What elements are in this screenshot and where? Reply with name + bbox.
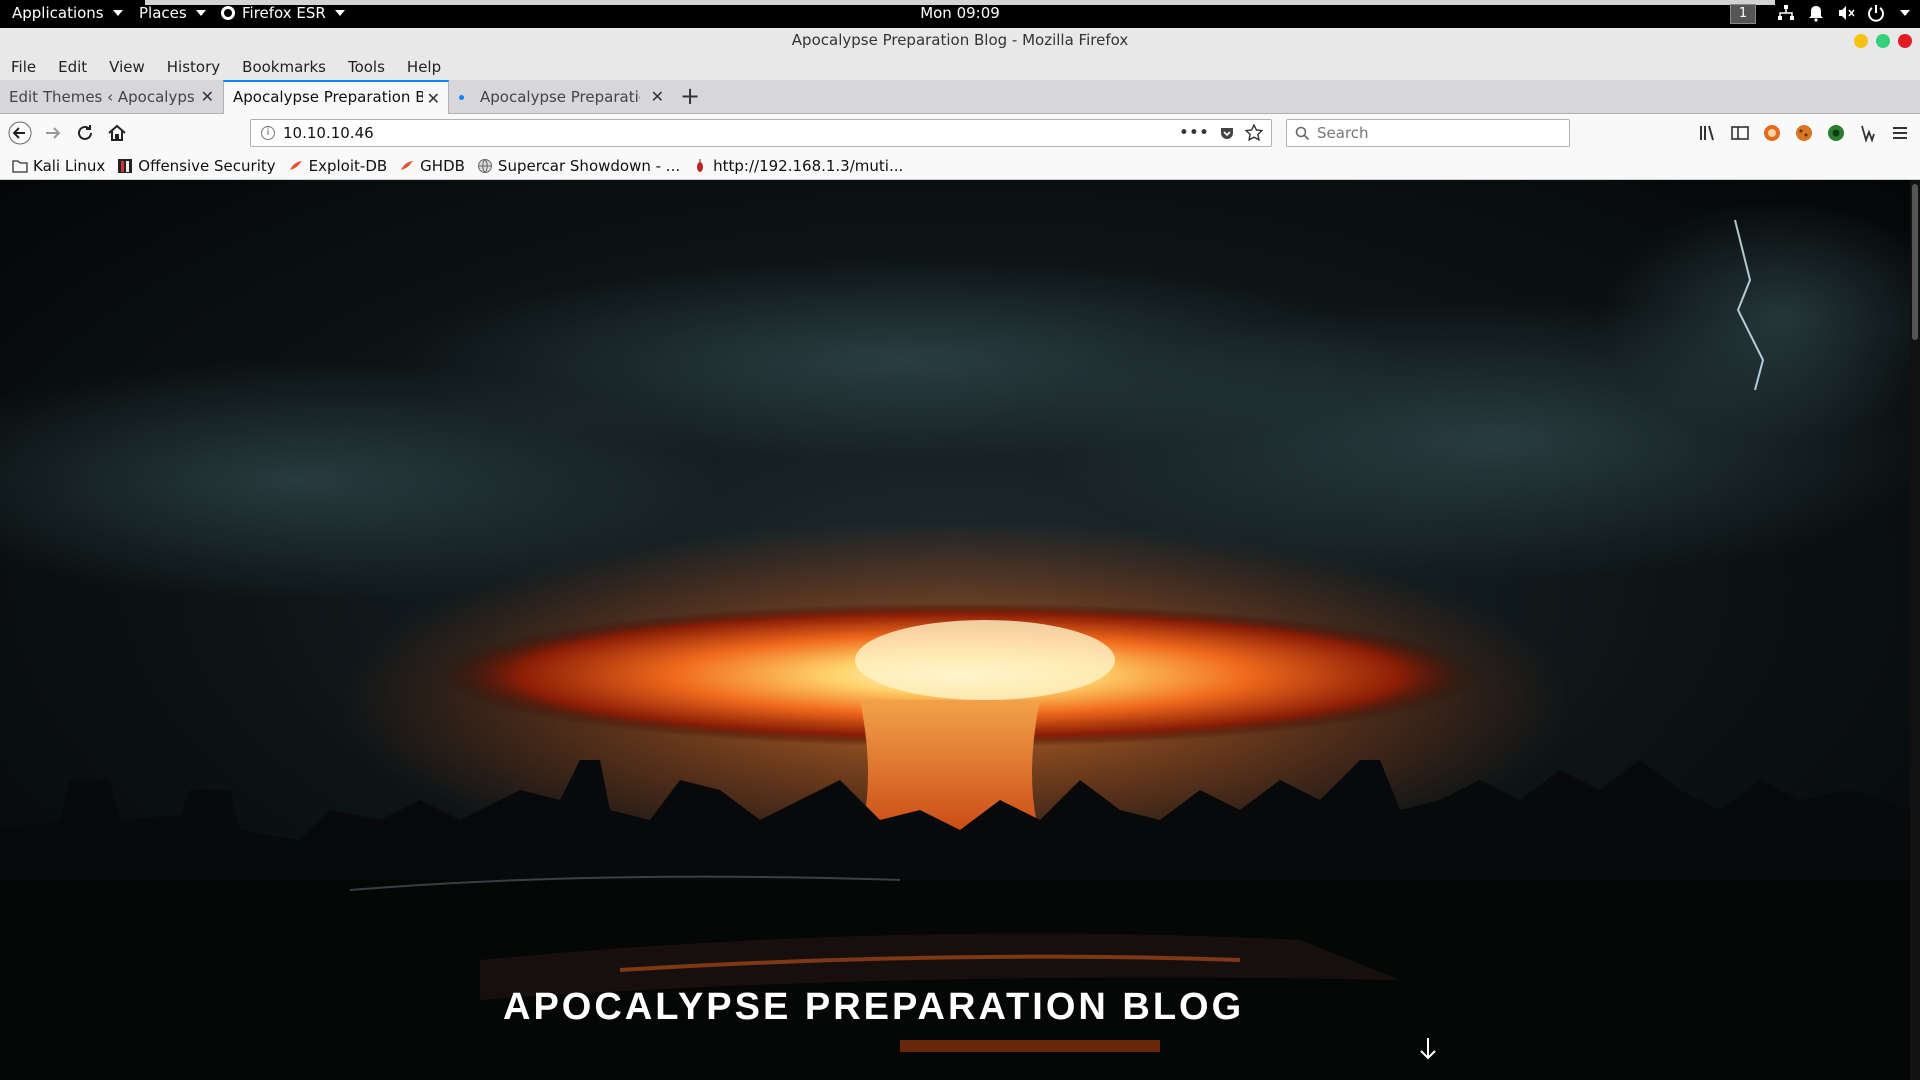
tab-loading-dot-icon	[459, 95, 464, 100]
caret-down-icon	[1900, 10, 1910, 16]
close-tab-icon[interactable]: ✕	[427, 89, 440, 108]
close-window-button[interactable]	[1898, 34, 1912, 48]
home-icon[interactable]	[106, 122, 128, 144]
tab-apocalypse-2[interactable]: Apocalypse Preparation I ✕	[450, 80, 672, 114]
page-content: APOCALYPSE PREPARATION BLOG	[0, 180, 1910, 1080]
folder-icon	[12, 159, 28, 173]
scroll-down-arrow-icon[interactable]	[1418, 1036, 1438, 1062]
tab-bar: Edit Themes ‹ Apocalypse Pr ✕ Apocalypse…	[0, 80, 1920, 114]
bookmark-label: Kali Linux	[33, 156, 106, 175]
menu-bar: File Edit View History Bookmarks Tools H…	[0, 54, 1920, 80]
minimize-button[interactable]	[1854, 34, 1868, 48]
tab-title: Apocalypse Preparation Blo	[233, 88, 423, 106]
menu-history[interactable]: History	[156, 54, 231, 80]
network-icon	[1778, 5, 1794, 20]
tab-title: Apocalypse Preparation I	[480, 88, 640, 106]
new-tab-button[interactable]: +	[680, 82, 700, 110]
window-title: Apocalypse Preparation Blog - Mozilla Fi…	[791, 31, 1129, 49]
globe-icon	[477, 158, 492, 173]
sidebar-icon[interactable]	[1730, 123, 1750, 143]
extension-cookie-icon[interactable]	[1794, 123, 1814, 143]
bookmark-label: GHDB	[420, 156, 465, 175]
search-icon	[1295, 126, 1310, 141]
menu-view[interactable]: View	[98, 54, 156, 80]
library-icon[interactable]	[1698, 123, 1718, 143]
url-bar[interactable]: i 10.10.10.46 •••	[250, 119, 1272, 147]
ghdb-icon	[401, 160, 414, 170]
site-info-icon[interactable]: i	[261, 126, 275, 140]
bookmark-star-icon[interactable]	[1245, 124, 1263, 142]
bookmark-ghdb[interactable]: GHDB	[399, 157, 465, 175]
workspace-indicator[interactable]: 1	[1730, 4, 1756, 24]
notification-bell-icon	[1809, 6, 1823, 22]
search-bar[interactable]: Search	[1286, 119, 1570, 147]
reload-icon[interactable]	[74, 122, 96, 144]
back-icon[interactable]	[8, 121, 32, 145]
volume-muted-icon	[1839, 6, 1855, 20]
menu-help[interactable]: Help	[396, 54, 452, 80]
close-tab-icon[interactable]: ✕	[651, 87, 664, 106]
scrollbar-thumb[interactable]	[1912, 184, 1918, 340]
gnome-top-bar: Applications Places Firefox ESR Mon 09:0…	[0, 0, 1920, 28]
bookmark-kali-linux[interactable]: Kali Linux	[12, 157, 105, 175]
bookmark-label: Supercar Showdown - ...	[497, 156, 681, 175]
bookmark-label: http://192.168.1.3/muti...	[713, 156, 904, 175]
maximize-button[interactable]	[1876, 34, 1890, 48]
menu-file[interactable]: File	[0, 54, 47, 80]
extension-green-icon[interactable]	[1826, 123, 1846, 143]
menu-edit[interactable]: Edit	[47, 54, 98, 80]
url-text[interactable]: 10.10.10.46	[283, 124, 374, 142]
bookmark-supercar-showdown[interactable]: Supercar Showdown - ...	[477, 157, 680, 175]
bug-icon	[697, 158, 704, 172]
menu-bookmarks[interactable]: Bookmarks	[231, 54, 337, 80]
page-scrollbar[interactable]	[1910, 180, 1920, 1080]
tab-edit-themes[interactable]: Edit Themes ‹ Apocalypse Pr ✕	[0, 80, 222, 114]
navigation-toolbar: i 10.10.10.46 ••• Search	[0, 114, 1920, 152]
bookmark-mutillidae[interactable]: http://192.168.1.3/muti...	[692, 157, 903, 175]
power-icon	[1868, 5, 1884, 22]
tab-apocalypse-active[interactable]: Apocalypse Preparation Blo ✕	[223, 80, 449, 114]
pocket-icon[interactable]	[1219, 125, 1235, 141]
bookmark-exploit-db[interactable]: Exploit-DB	[288, 156, 388, 175]
window-titlebar: Apocalypse Preparation Blog - Mozilla Fi…	[0, 28, 1920, 54]
tab-title: Edit Themes ‹ Apocalypse Pr	[9, 88, 194, 106]
bookmark-offensive-security[interactable]: Offensive Security	[117, 156, 276, 175]
offsec-icon	[118, 158, 133, 173]
bookmarks-toolbar: Kali Linux Offensive Security Exploit-DB…	[0, 152, 1920, 180]
page-actions-icon[interactable]: •••	[1179, 123, 1209, 143]
close-tab-icon[interactable]: ✕	[201, 87, 214, 106]
menu-tools[interactable]: Tools	[337, 54, 396, 80]
system-tray[interactable]	[1777, 4, 1910, 22]
hero-background-image	[0, 180, 1910, 1080]
clock[interactable]: Mon 09:09	[0, 4, 1920, 22]
hero-title: APOCALYPSE PREPARATION BLOG	[503, 986, 1245, 1028]
bookmark-label: Exploit-DB	[308, 156, 388, 175]
extension-foxyproxy-icon[interactable]	[1762, 123, 1782, 143]
extension-wappalyzer-icon[interactable]	[1858, 123, 1878, 143]
hamburger-menu-icon[interactable]	[1890, 123, 1910, 143]
search-placeholder: Search	[1317, 124, 1369, 142]
forward-icon[interactable]	[42, 122, 64, 144]
exploitdb-icon	[289, 160, 302, 170]
bookmark-label: Offensive Security	[138, 156, 276, 175]
